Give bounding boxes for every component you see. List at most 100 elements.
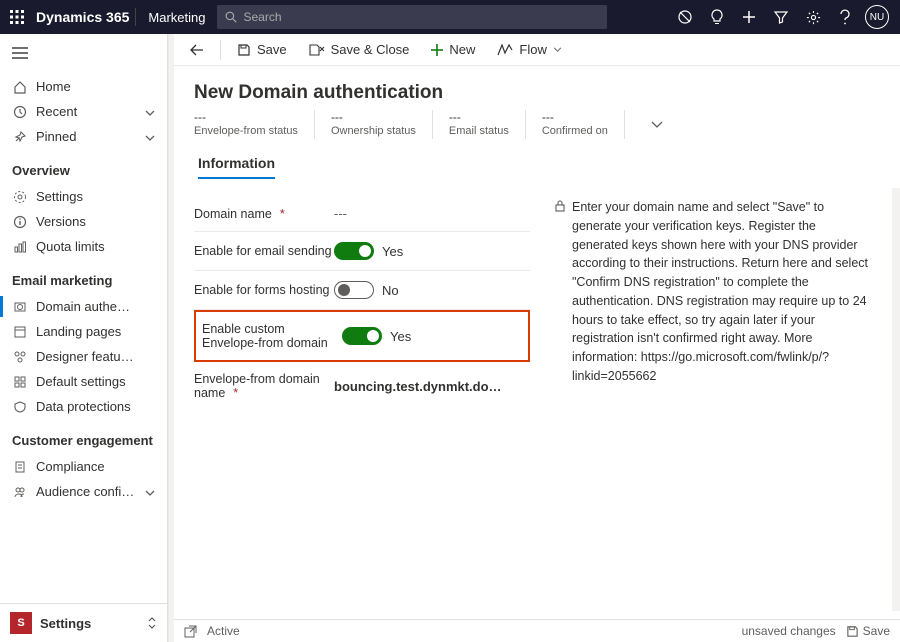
info-text: Enter your domain name and select "Save"… [572, 198, 868, 386]
clock-icon [12, 105, 28, 119]
new-button[interactable]: New [423, 38, 483, 61]
nav-section-email: Email marketing [0, 259, 167, 294]
tab-information[interactable]: Information [198, 155, 275, 179]
nav-label: Compliance [36, 459, 105, 474]
save-close-icon [309, 43, 325, 57]
account-button[interactable]: NU [862, 2, 892, 32]
nav-domain-authentication[interactable]: Domain authentic… [0, 294, 167, 319]
filter-button[interactable] [766, 2, 796, 32]
nav-designer-features[interactable]: Designer feature … [0, 344, 167, 369]
nav-recent[interactable]: Recent [0, 99, 167, 124]
save-close-label: Save & Close [331, 42, 410, 57]
info-icon [12, 215, 28, 229]
nav-compliance[interactable]: Compliance [0, 454, 167, 479]
save-button[interactable]: Save [229, 38, 295, 61]
content-area: Save Save & Close New Flow New Domain au… [174, 34, 900, 642]
record-state: Active [207, 624, 240, 638]
info-column: Enter your domain name and select "Save"… [550, 196, 868, 619]
flow-label: Flow [519, 42, 546, 57]
nav-default-settings[interactable]: Default settings [0, 369, 167, 394]
nav-label: Quota limits [36, 239, 105, 254]
expand-status[interactable] [651, 119, 663, 131]
area-switcher[interactable]: S Settings [0, 603, 167, 642]
nav-audience-config[interactable]: Audience configur… [0, 479, 167, 504]
lightbulb-icon [710, 9, 724, 25]
content-scrollbar[interactable] [892, 188, 900, 611]
unsaved-indicator: unsaved changes [742, 624, 836, 638]
toggle-forms-hosting[interactable] [334, 281, 374, 299]
field-envelope-domain[interactable]: Envelope-from domain name* bouncing.test… [194, 362, 530, 410]
save-icon [237, 43, 251, 57]
nav-label: Recent [36, 104, 77, 119]
chevron-down-icon [145, 104, 155, 119]
landing-icon [12, 325, 28, 339]
command-bar: Save Save & Close New Flow [174, 34, 900, 66]
target-icon [677, 9, 693, 25]
nav-label: Pinned [36, 129, 76, 144]
chevron-down-icon [553, 47, 562, 52]
area-tile: S [10, 612, 32, 634]
page-title: New Domain authentication [174, 66, 900, 110]
envelope-domain-value: bouncing.test.dynmkt.do… [334, 379, 502, 394]
popout-icon[interactable] [184, 625, 197, 638]
toggle-value: No [382, 283, 399, 298]
ideas-button[interactable] [702, 2, 732, 32]
funnel-icon [774, 10, 788, 24]
footer-save-button[interactable]: Save [846, 624, 890, 638]
settings-button[interactable] [798, 2, 828, 32]
compliance-icon [12, 460, 28, 474]
shield-icon [12, 400, 28, 414]
nav-label: Designer feature … [36, 349, 136, 364]
search-box[interactable]: Search [217, 5, 607, 29]
home-icon [12, 80, 28, 94]
app-launcher[interactable] [0, 10, 34, 24]
nav-label: Default settings [36, 374, 126, 389]
status-strip: --- Envelope-from status --- Ownership s… [174, 110, 900, 149]
module-label[interactable]: Marketing [136, 10, 217, 25]
quota-icon [12, 240, 28, 254]
area-label: Settings [40, 616, 139, 631]
field-email-sending[interactable]: Enable for email sending Yes [194, 232, 530, 271]
pin-icon [12, 130, 28, 144]
plus-icon [742, 10, 756, 24]
field-forms-hosting[interactable]: Enable for forms hosting No [194, 271, 530, 310]
status-email: --- Email status [449, 110, 526, 139]
hamburger-icon[interactable] [12, 47, 28, 59]
nav-label: Audience configur… [36, 484, 136, 499]
nav-pinned[interactable]: Pinned [0, 124, 167, 149]
brand-label[interactable]: Dynamics 365 [34, 9, 135, 25]
field-envelope-enable[interactable]: Enable custom Envelope-from domain Yes [196, 316, 528, 356]
field-domain-name[interactable]: Domain name* --- [194, 196, 530, 232]
toggle-email-sending[interactable] [334, 242, 374, 260]
audience-icon [12, 485, 28, 499]
save-close-button[interactable]: Save & Close [301, 38, 418, 61]
domain-icon [12, 300, 28, 314]
save-icon [846, 625, 859, 638]
nav-label: Landing pages [36, 324, 121, 339]
status-bar: Active unsaved changes Save [174, 619, 900, 642]
highlight-box: Enable custom Envelope-from domain Yes [194, 310, 530, 362]
back-button[interactable] [182, 44, 212, 56]
nav-landing-pages[interactable]: Landing pages [0, 319, 167, 344]
flow-button[interactable]: Flow [489, 38, 569, 61]
nav-data-protections[interactable]: Data protections [0, 394, 167, 419]
gear-icon [12, 190, 28, 204]
plus-icon [431, 44, 443, 56]
toggle-value: Yes [390, 329, 411, 344]
nav-versions[interactable]: Versions [0, 209, 167, 234]
status-ownership: --- Ownership status [331, 110, 433, 139]
toggle-envelope[interactable] [342, 327, 382, 345]
nav-home[interactable]: Home [0, 74, 167, 99]
help-button[interactable] [830, 2, 860, 32]
nav-quota[interactable]: Quota limits [0, 234, 167, 259]
flow-icon [497, 44, 513, 56]
save-label: Save [257, 42, 287, 57]
toggle-value: Yes [382, 244, 403, 259]
gear-icon [806, 10, 821, 25]
add-button[interactable] [734, 2, 764, 32]
form-column: Domain name* --- Enable for email sendin… [194, 196, 530, 619]
nav-settings[interactable]: Settings [0, 184, 167, 209]
assistant-button[interactable] [670, 2, 700, 32]
domain-name-value: --- [334, 206, 347, 221]
chevron-down-icon [145, 484, 155, 499]
